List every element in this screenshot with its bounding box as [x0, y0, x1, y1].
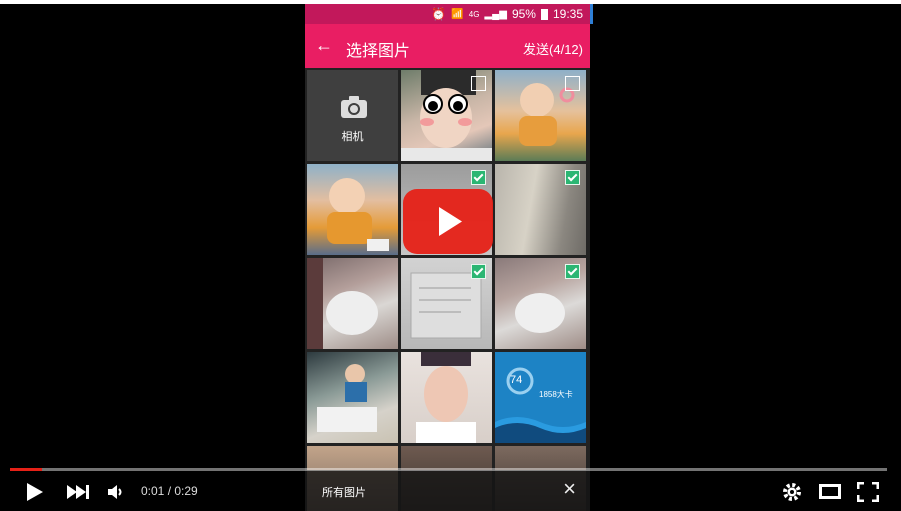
health-calories: 1858大卡	[539, 390, 573, 399]
progress-fill	[10, 468, 42, 471]
send-button[interactable]: 发送(4/12)	[523, 39, 583, 58]
app-bar: ← 选择图片 发送(4/12)	[305, 24, 590, 68]
selected-checkbox[interactable]	[565, 170, 580, 185]
time-display: 0:01 / 0:29	[141, 484, 198, 498]
alarm-icon: ⏰	[431, 7, 447, 21]
selected-checkbox[interactable]	[471, 264, 486, 279]
photo-thumbnail[interactable]	[495, 164, 586, 255]
network-type: 4G	[468, 9, 480, 19]
health-score: 74	[510, 374, 523, 386]
play-icon[interactable]	[26, 482, 44, 502]
back-arrow-icon[interactable]: ←	[315, 35, 335, 55]
signal-icon: ▂▄▆	[484, 8, 507, 20]
photo-thumbnail[interactable]	[495, 258, 586, 349]
select-checkbox[interactable]	[565, 76, 580, 91]
camera-tile[interactable]: 相机	[307, 70, 398, 161]
status-bar: ⏰ 📶 4G ▂▄▆ 95% 19:35	[305, 4, 590, 24]
photo-baby-legs	[307, 258, 378, 349]
photo-portrait	[416, 352, 476, 443]
photo-baby-floor	[317, 364, 377, 432]
photo-baby	[327, 178, 389, 251]
select-checkbox[interactable]	[471, 76, 486, 91]
photo-thumbnail[interactable]	[401, 70, 492, 161]
volume-icon[interactable]	[107, 483, 125, 501]
progress-bar[interactable]	[10, 468, 887, 471]
player-controls: 0:01 / 0:29	[0, 474, 901, 511]
theater-mode-icon[interactable]	[819, 484, 841, 499]
photo-thumbnail[interactable]	[307, 352, 398, 443]
camera-label: 相机	[341, 131, 364, 143]
phone-screen: ⏰ 📶 4G ▂▄▆ 95% 19:35 ← 选择图片 发送(4/12) 相机	[305, 4, 590, 511]
fullscreen-icon[interactable]	[857, 482, 879, 502]
battery-level: 95%	[511, 7, 536, 21]
photo-thumbnail[interactable]	[401, 258, 492, 349]
health-wave	[495, 417, 586, 443]
photo-thumbnail[interactable]	[307, 258, 398, 349]
page-title: 选择图片	[346, 43, 411, 60]
selected-checkbox[interactable]	[565, 264, 580, 279]
next-icon[interactable]	[67, 484, 89, 500]
photo-grid: 相机 74 1858大卡	[305, 68, 590, 511]
photo-thumbnail[interactable]	[401, 352, 492, 443]
camera-icon	[341, 96, 367, 118]
health-card-thumbnail[interactable]: 74 1858大卡	[495, 352, 586, 443]
wifi-icon: 📶	[451, 8, 464, 20]
settings-gear-icon[interactable]	[782, 482, 802, 502]
photo-thumbnail[interactable]	[495, 70, 586, 161]
selected-checkbox[interactable]	[471, 170, 486, 185]
photo-thumbnail[interactable]	[307, 164, 398, 255]
clock: 19:35	[552, 7, 583, 21]
play-overlay-icon[interactable]	[403, 189, 493, 254]
edge-marker	[590, 4, 593, 24]
battery-icon	[540, 8, 548, 20]
